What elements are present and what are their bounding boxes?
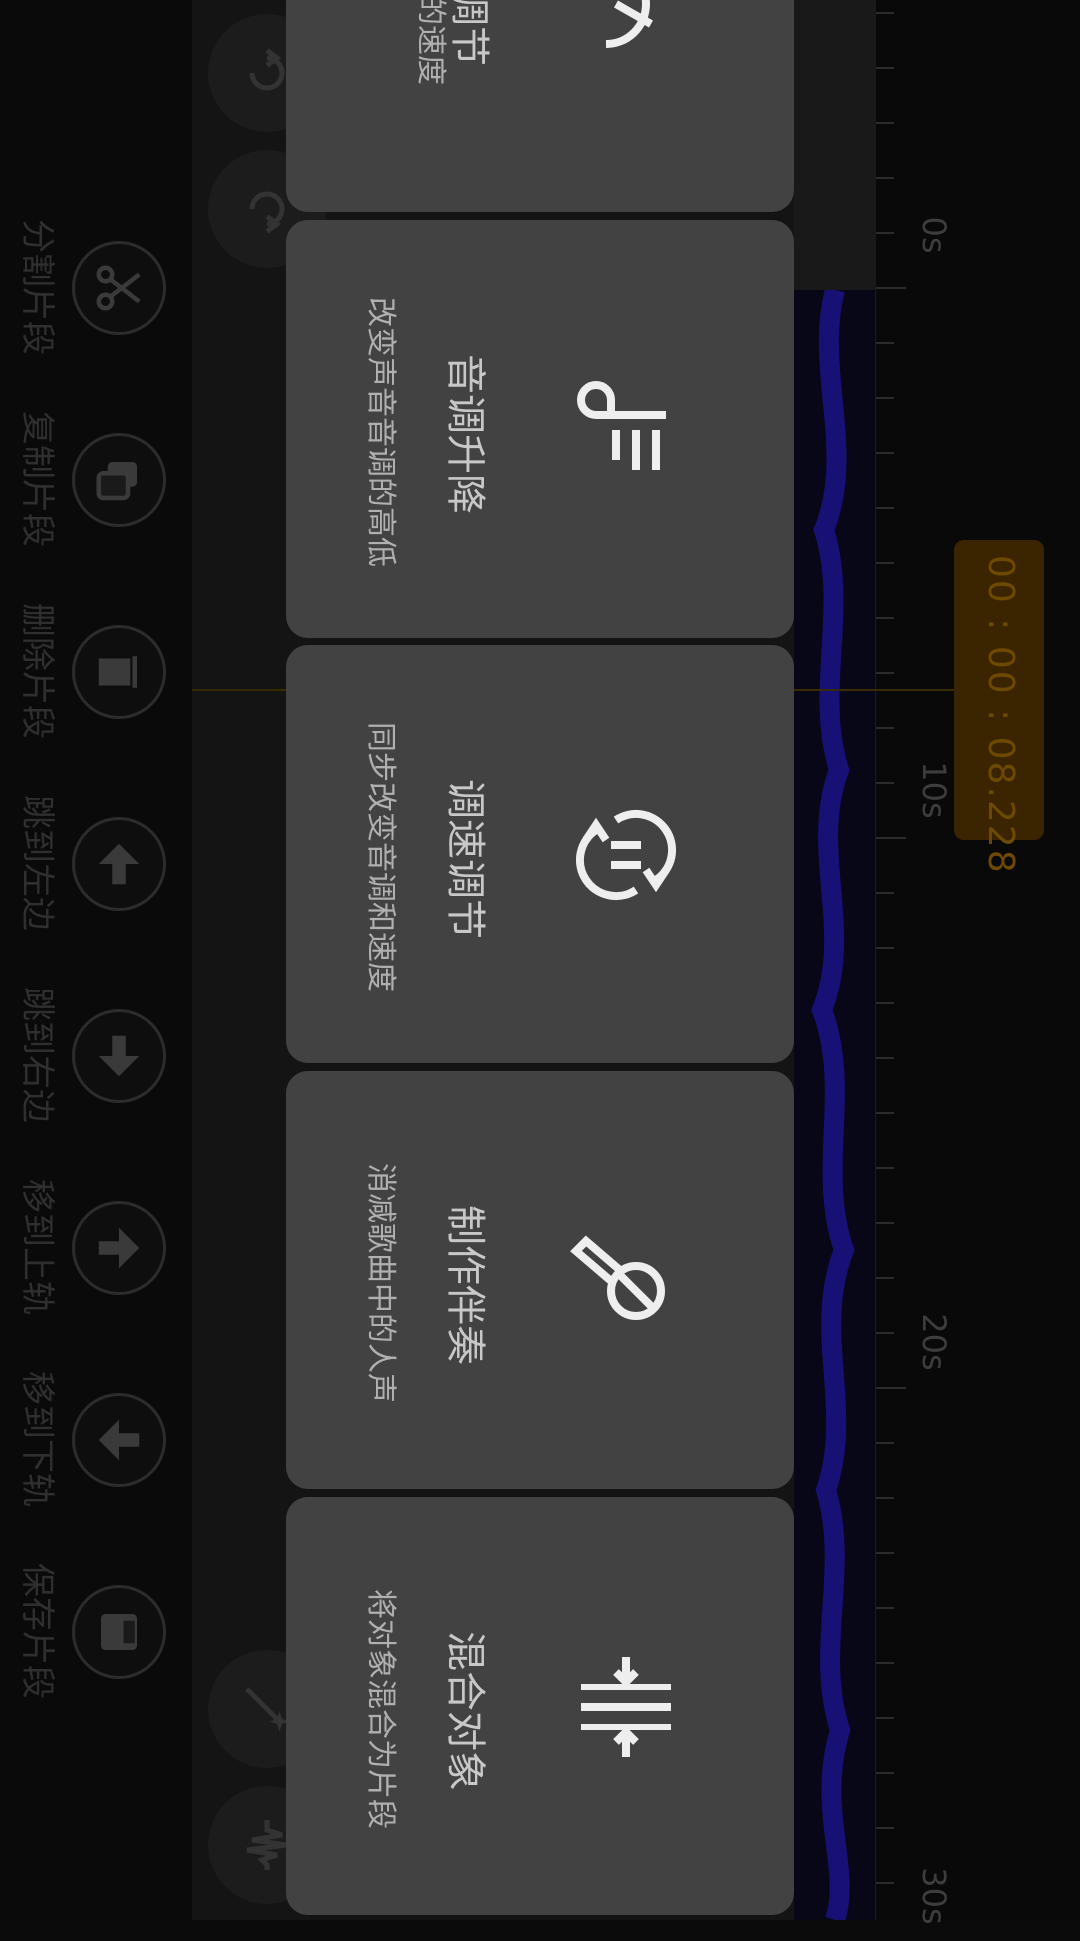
timeline-tick xyxy=(876,507,894,509)
timeline-tick xyxy=(876,617,894,619)
card-subtitle-karaoke: 消减歌曲中的人声 xyxy=(363,1163,398,1403)
arrow-up-icon xyxy=(98,843,140,885)
card-subtitle-speed: 播放的速度 xyxy=(413,0,448,85)
speedometer-icon xyxy=(605,0,653,48)
timeline-tick xyxy=(876,1442,894,1444)
timeline-tick xyxy=(876,1332,894,1334)
arrow-down-icon xyxy=(98,1035,140,1077)
card-icon-wrap xyxy=(566,795,686,915)
timeline-tick xyxy=(876,1772,894,1774)
copy-icon xyxy=(96,462,137,501)
jump-left-label: 跳到左边 xyxy=(17,795,57,931)
timeline-tick xyxy=(876,1167,894,1169)
timeline-tick xyxy=(876,67,894,69)
copy-label: 复制片段 xyxy=(17,411,57,547)
timeline-tick xyxy=(876,122,894,124)
save-label: 保存片段 xyxy=(17,1563,57,1699)
timeline-ruler[interactable] xyxy=(876,0,1080,1920)
timeline-tick xyxy=(876,1607,894,1609)
move-up-track-label: 移到上轨 xyxy=(17,1179,57,1315)
menu-card-speed[interactable]: 调节 播放的速度 xyxy=(286,0,794,212)
save-icon xyxy=(101,1614,137,1650)
card-title-merge: 混合对象 xyxy=(442,1631,488,1791)
delete-label: 删除片段 xyxy=(17,603,57,739)
timeline-label-30: 30s xyxy=(915,1867,953,1925)
arrow-left-icon xyxy=(98,1419,140,1461)
card-icon-wrap xyxy=(566,0,686,64)
timeline-tick xyxy=(876,1662,894,1664)
timeline-tick xyxy=(876,947,894,949)
timeline-tick xyxy=(876,1112,894,1114)
arrow-right-icon xyxy=(98,1227,140,1269)
timeline-tick xyxy=(876,1002,894,1004)
merge-icon xyxy=(581,1657,671,1757)
card-title-pitch: 音调升降 xyxy=(442,354,488,514)
timeline-tick xyxy=(876,782,894,784)
timeline-tick xyxy=(876,672,894,674)
save-button[interactable] xyxy=(72,1585,166,1679)
timeline-tick xyxy=(876,12,894,14)
timeline-tick xyxy=(876,177,894,179)
timeline-tick xyxy=(876,1057,894,1059)
timeline-tick xyxy=(876,1882,894,1884)
timeline-label-0: 0s xyxy=(915,216,953,254)
current-time-text: 00 : 00 : 08.228 xyxy=(980,555,1021,875)
timeline-tick xyxy=(876,1277,894,1279)
tempo-cycle-icon xyxy=(575,809,677,901)
move-down-track-label: 移到下轨 xyxy=(17,1371,57,1507)
jump-left-button[interactable] xyxy=(72,817,166,911)
card-icon-wrap xyxy=(566,1647,686,1767)
split-button[interactable] xyxy=(72,241,166,335)
delete-button[interactable] xyxy=(72,625,166,719)
card-title-speed: 调节 xyxy=(446,0,492,66)
track-header xyxy=(794,0,876,290)
card-icon-wrap xyxy=(566,1221,686,1341)
split-label: 分割片段 xyxy=(17,219,57,355)
pitch-icon xyxy=(577,381,666,470)
card-subtitle-tempo: 同步改变音调和速度 xyxy=(363,722,398,992)
menu-card-tempo[interactable]: 调速调节 同步改变音调和速度 xyxy=(286,645,794,1063)
timeline-label-20: 20s xyxy=(915,1313,953,1371)
timeline-tick xyxy=(876,1222,894,1224)
card-subtitle-pitch: 改变声音音调的高低 xyxy=(363,297,398,567)
timeline-tick xyxy=(876,452,894,454)
card-subtitle-merge: 将对象混合为片段 xyxy=(363,1589,398,1829)
scissors-icon xyxy=(96,265,141,311)
timeline-tick xyxy=(876,892,894,894)
timeline-tick xyxy=(876,1552,894,1554)
timeline-tick xyxy=(876,1717,894,1719)
timeline-tick xyxy=(876,1387,906,1389)
trash-icon xyxy=(98,656,137,688)
card-icon-wrap xyxy=(566,370,686,490)
menu-card-pitch[interactable]: 音调升降 改变声音音调的高低 xyxy=(286,220,794,638)
no-vocal-mic-icon xyxy=(570,1235,665,1320)
waveform-graphic xyxy=(811,287,877,1924)
timeline-tick xyxy=(876,232,894,234)
card-title-tempo: 调速调节 xyxy=(442,779,488,939)
menu-card-karaoke[interactable]: 制作伴奏 消减歌曲中的人声 xyxy=(286,1071,794,1489)
jump-right-label: 跳到右边 xyxy=(17,987,57,1123)
timeline-label-10: 10s xyxy=(915,761,953,819)
timeline-tick xyxy=(876,562,894,564)
audio-waveform[interactable] xyxy=(794,287,877,1924)
timeline-tick xyxy=(876,1497,894,1499)
timeline-tick xyxy=(876,287,906,289)
timeline-tick xyxy=(876,727,894,729)
timeline-tick xyxy=(876,837,906,839)
move-down-track-button[interactable] xyxy=(72,1393,166,1487)
timeline-tick xyxy=(876,1827,894,1829)
copy-button[interactable] xyxy=(72,433,166,527)
jump-right-button[interactable] xyxy=(72,1009,166,1103)
timeline-tick xyxy=(876,342,894,344)
menu-card-merge[interactable]: 混合对象 将对象混合为片段 xyxy=(286,1497,794,1915)
card-title-karaoke: 制作伴奏 xyxy=(442,1205,488,1365)
timeline-tick xyxy=(876,397,894,399)
move-up-track-button[interactable] xyxy=(72,1201,166,1295)
